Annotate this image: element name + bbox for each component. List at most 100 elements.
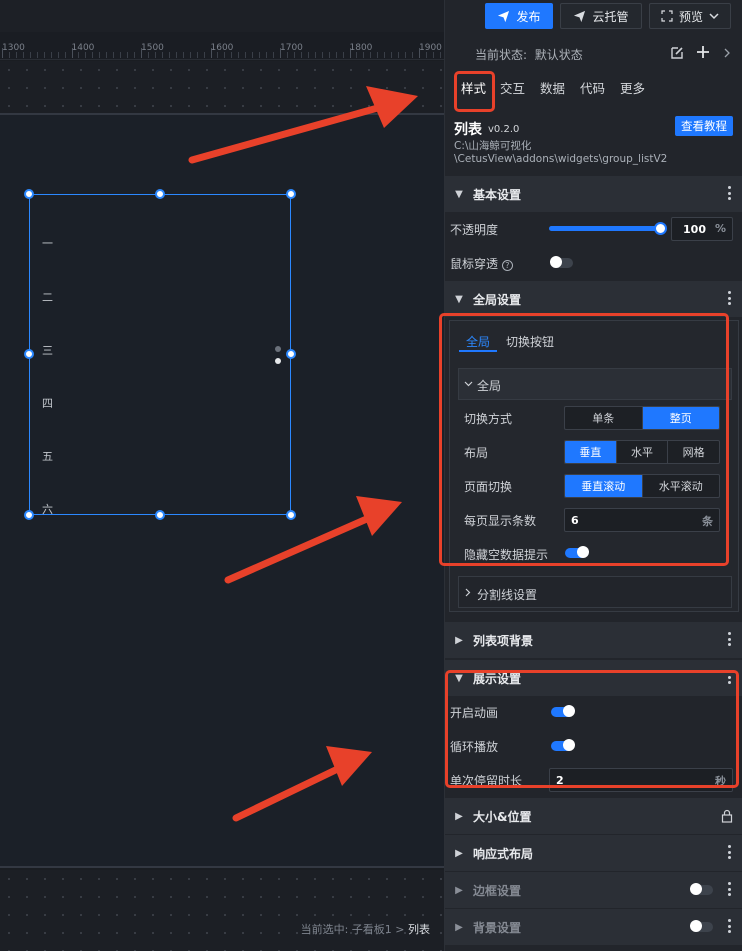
ruler-tick bbox=[134, 52, 136, 58]
help-icon[interactable]: ? bbox=[501, 260, 513, 271]
resize-handle-top-right[interactable] bbox=[286, 189, 296, 199]
add-icon[interactable] bbox=[696, 45, 710, 59]
design-canvas[interactable]: 1300 1400 1500 1600 1700 1800 1900 一 二 三 四 五 六… bbox=[0, 0, 444, 951]
ruler-tick bbox=[106, 52, 108, 58]
border-toggle[interactable] bbox=[690, 883, 713, 895]
resize-handle-top[interactable] bbox=[155, 189, 165, 199]
list-item: 五 bbox=[42, 450, 53, 463]
publish-button[interactable]: 发布 bbox=[485, 3, 553, 29]
more-icon[interactable] bbox=[727, 882, 731, 896]
opacity-label: 不透明度 bbox=[450, 223, 499, 237]
opacity-slider-thumb[interactable] bbox=[654, 222, 667, 235]
resize-handle-top-left[interactable] bbox=[24, 189, 34, 199]
horizontal-ruler: 1300 1400 1500 1600 1700 1800 1900 bbox=[0, 32, 444, 60]
annotation-box-global-settings bbox=[439, 313, 729, 566]
list-item: 二 bbox=[42, 291, 53, 304]
component-name: 列表 bbox=[454, 122, 482, 138]
ruler-tick bbox=[259, 52, 261, 58]
more-icon[interactable] bbox=[727, 919, 731, 933]
tab-data[interactable]: 数据 bbox=[540, 78, 580, 106]
scroll-dot-icon bbox=[275, 346, 281, 352]
ruler-label: 1700 bbox=[280, 43, 303, 53]
ruler-tick bbox=[307, 52, 309, 58]
resize-handle-left[interactable] bbox=[24, 349, 34, 359]
tab-interaction[interactable]: 交互 bbox=[500, 78, 540, 106]
ruler-tick bbox=[182, 52, 184, 58]
ruler-tick bbox=[238, 52, 240, 58]
ruler-tick bbox=[113, 52, 115, 58]
ruler-tick bbox=[120, 52, 122, 58]
section-list-bg[interactable]: ▶ 列表项背景 bbox=[445, 622, 742, 658]
tab-code[interactable]: 代码 bbox=[580, 78, 620, 106]
ruler-tick bbox=[405, 52, 407, 58]
ruler-tick bbox=[412, 52, 414, 58]
ruler-tick bbox=[168, 52, 170, 58]
ruler-tick bbox=[266, 52, 268, 58]
resize-handle-right[interactable] bbox=[286, 349, 296, 359]
mouse-through-toggle[interactable] bbox=[550, 256, 573, 268]
resize-handle-bottom-right[interactable] bbox=[286, 510, 296, 520]
state-value[interactable]: 默认状态 bbox=[535, 48, 583, 62]
list-widget-selection[interactable] bbox=[29, 194, 291, 515]
chevron-down-icon bbox=[709, 13, 719, 20]
ruler-tick bbox=[328, 52, 330, 58]
ruler-tick bbox=[314, 52, 316, 58]
chevron-right-icon bbox=[465, 588, 471, 597]
canvas-grid-top bbox=[0, 61, 444, 113]
list-item: 四 bbox=[42, 397, 53, 410]
ruler-tick bbox=[189, 52, 191, 58]
ruler-tick bbox=[252, 52, 254, 58]
cloud-host-button[interactable]: 云托管 bbox=[560, 3, 642, 29]
scroll-dot-active-icon bbox=[275, 358, 281, 364]
resize-handle-bottom[interactable] bbox=[155, 510, 165, 520]
canvas-top-strip bbox=[0, 0, 444, 32]
ruler-tick bbox=[175, 52, 177, 58]
tab-more[interactable]: 更多 bbox=[620, 78, 660, 106]
ruler-tick bbox=[196, 52, 198, 58]
section-size-position[interactable]: ▶ 大小&位置 bbox=[445, 798, 742, 834]
section-border[interactable]: ▶ 边框设置 bbox=[445, 872, 742, 908]
ruler-tick bbox=[50, 52, 52, 58]
lock-icon[interactable] bbox=[721, 809, 733, 823]
background-toggle[interactable] bbox=[690, 920, 713, 932]
more-icon[interactable] bbox=[727, 632, 731, 646]
ruler-tick bbox=[127, 52, 129, 58]
ruler-tick bbox=[29, 52, 31, 58]
ruler-tick bbox=[64, 52, 66, 58]
opacity-slider[interactable] bbox=[549, 222, 667, 235]
section-responsive[interactable]: ▶ 响应式布局 bbox=[445, 835, 742, 871]
ruler-tick bbox=[377, 52, 379, 58]
list-item: 六 bbox=[42, 503, 53, 516]
more-icon[interactable] bbox=[727, 291, 731, 305]
list-item: 三 bbox=[42, 344, 53, 357]
ruler-label: 1600 bbox=[210, 43, 234, 53]
ruler-tick bbox=[36, 52, 38, 58]
ruler-label: 1900 bbox=[419, 43, 442, 53]
preview-button[interactable]: 预览 bbox=[649, 3, 731, 29]
edit-icon[interactable] bbox=[669, 45, 685, 61]
section-global[interactable]: ▼ 全局设置 bbox=[445, 281, 742, 317]
chevron-right-icon[interactable] bbox=[723, 48, 731, 58]
ruler-tick bbox=[321, 52, 323, 58]
ruler-tick bbox=[245, 52, 247, 58]
ruler-tick bbox=[57, 52, 59, 58]
ruler-label: 1800 bbox=[349, 43, 373, 53]
ruler-tick bbox=[391, 52, 393, 58]
ruler-tick bbox=[398, 52, 400, 58]
resize-handle-bottom-left[interactable] bbox=[24, 510, 34, 520]
ruler-tick bbox=[43, 52, 45, 58]
selection-status: 当前选中: 子看板1 > 列表 bbox=[300, 923, 430, 936]
ruler-tick bbox=[335, 52, 337, 58]
opacity-input[interactable]: 100% bbox=[671, 217, 733, 241]
mouse-through-label: 鼠标穿透 ? bbox=[450, 255, 513, 272]
more-icon[interactable] bbox=[727, 845, 731, 859]
ruler-label: 1300 bbox=[2, 43, 25, 53]
view-tutorial-button[interactable]: 查看教程 bbox=[675, 116, 733, 136]
ruler-label: 1400 bbox=[71, 43, 95, 53]
component-version: v0.2.0 bbox=[488, 124, 520, 135]
section-background[interactable]: ▶ 背景设置 bbox=[445, 909, 742, 945]
section-basic[interactable]: ▼ 基本设置 bbox=[445, 176, 742, 212]
ruler-tick bbox=[384, 52, 386, 58]
more-icon[interactable] bbox=[727, 186, 731, 200]
canvas-grid-bottom bbox=[0, 870, 444, 951]
